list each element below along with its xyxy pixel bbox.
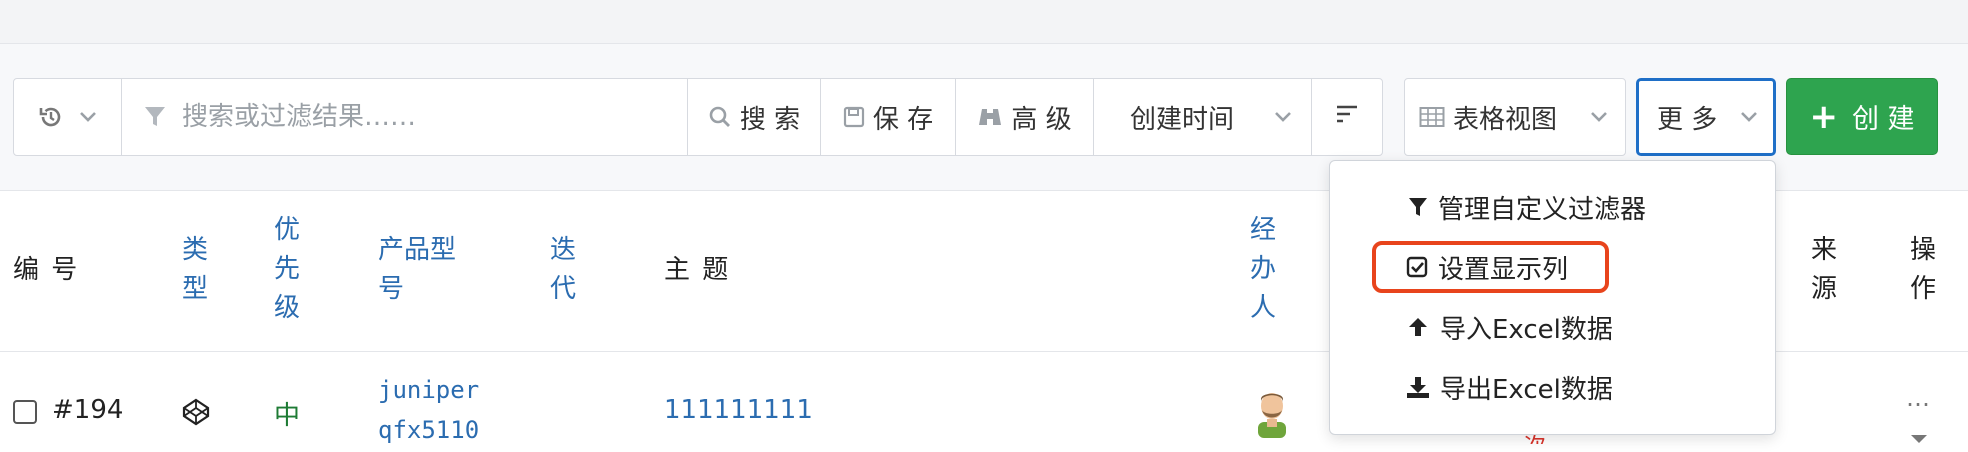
menu-item-import-excel[interactable]: 导入Excel数据 (1406, 302, 1613, 352)
search-button-label: 搜 索 (739, 104, 801, 135)
codepen-icon (182, 398, 210, 433)
history-icon (38, 104, 64, 130)
view-select[interactable]: 表格视图 (1404, 78, 1626, 156)
view-value: 表格视图 (1453, 104, 1558, 135)
sort-field-value: 创建时间 (1130, 104, 1235, 135)
search-input[interactable] (180, 101, 650, 133)
menu-item-manage-filters[interactable]: 管理自定义过滤器 (1408, 182, 1646, 232)
sort-lines-icon (1334, 102, 1360, 132)
create-button[interactable]: + 创 建 (1786, 78, 1938, 155)
row-checkbox[interactable] (13, 400, 37, 424)
menu-item-label: 管理自定义过滤器 (1438, 194, 1647, 225)
column-header-iteration[interactable]: 迭代 (550, 231, 578, 309)
chevron-down-icon (78, 110, 98, 124)
menu-item-label: 导出Excel数据 (1440, 374, 1613, 405)
chevron-down-icon (1739, 110, 1759, 124)
more-button-label: 更 多 (1657, 104, 1718, 135)
column-header-assignee[interactable]: 经办人 (1250, 211, 1278, 328)
priority-value: 中 (274, 401, 301, 431)
search-button[interactable]: 搜 索 (687, 78, 821, 156)
sort-direction-button[interactable] (1311, 78, 1383, 156)
column-header-type[interactable]: 类型 (182, 231, 210, 309)
advanced-button[interactable]: 高 级 (955, 78, 1094, 156)
menu-item-export-excel[interactable]: 导出Excel数据 (1406, 362, 1613, 412)
filter-icon (1408, 196, 1428, 218)
plus-icon: + (1809, 96, 1838, 137)
product-model-line2: qfx5110 (378, 416, 480, 444)
download-icon (1406, 375, 1430, 399)
column-header-subject[interactable]: 主 题 (664, 251, 730, 290)
top-bar (0, 0, 1968, 44)
create-button-label: 创 建 (1851, 104, 1915, 135)
row-actions-button[interactable]: … (1906, 384, 1930, 412)
advanced-button-label: 高 级 (1011, 104, 1072, 135)
subject-link[interactable]: 111111111 (664, 395, 813, 425)
assignee-avatar[interactable] (1250, 386, 1294, 438)
arrow-up-icon (1406, 315, 1430, 339)
product-model-line1: juniper (378, 376, 480, 404)
caret-down-icon[interactable] (1910, 422, 1928, 452)
save-button[interactable]: 保 存 (820, 78, 956, 156)
sort-field-select[interactable]: 创建时间 (1093, 78, 1312, 156)
save-button-label: 保 存 (872, 104, 934, 135)
more-dropdown-menu: 管理自定义过滤器 设置显示列 导入Excel数据 导出Excel数据 (1329, 160, 1776, 435)
history-dropdown[interactable] (13, 78, 122, 156)
save-icon (843, 106, 865, 128)
issue-number[interactable]: #194 (52, 395, 123, 425)
chevron-down-icon (1273, 110, 1293, 124)
table-icon (1419, 106, 1445, 128)
column-header-number[interactable]: 编 号 (13, 251, 79, 290)
highlight-outline (1372, 241, 1609, 293)
column-header-actions[interactable]: 操作 (1910, 231, 1938, 309)
column-header-source[interactable]: 来源 (1811, 231, 1839, 309)
menu-item-label: 导入Excel数据 (1440, 314, 1613, 345)
filter-icon (144, 105, 166, 129)
column-header-priority[interactable]: 优先级 (274, 211, 302, 328)
column-header-product-model[interactable]: 产品型号 (378, 231, 468, 309)
search-icon (708, 105, 732, 129)
product-model-value[interactable]: juniper qfx5110 (378, 370, 479, 450)
more-button[interactable]: 更 多 (1636, 78, 1776, 156)
binoculars-icon (977, 105, 1003, 129)
search-field[interactable] (121, 78, 688, 156)
chevron-down-icon (1589, 110, 1609, 124)
